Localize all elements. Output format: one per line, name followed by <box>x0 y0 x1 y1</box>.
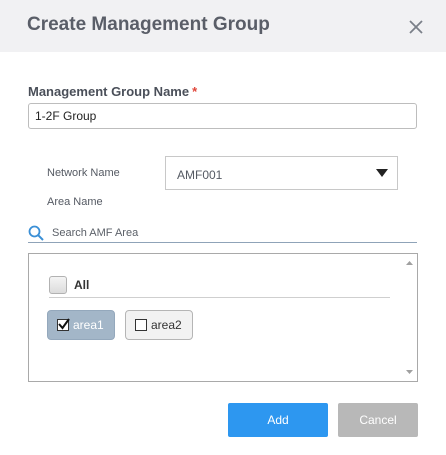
checkbox-checked <box>57 318 70 331</box>
close-icon[interactable] <box>406 17 426 37</box>
network-name-select[interactable]: AMF001 <box>165 156 398 190</box>
check-icon <box>58 318 70 330</box>
network-name-label: Network Name <box>47 167 120 179</box>
network-name-value: AMF001 <box>177 168 223 182</box>
area-chip-area1[interactable]: area1 <box>47 310 115 340</box>
search-input[interactable] <box>52 225 412 241</box>
caret-down-icon <box>376 169 388 177</box>
area-chip-label: area1 <box>73 318 104 332</box>
create-management-group-dialog: Create Management Group Management Group… <box>0 0 446 455</box>
area-list: All area1 area2 <box>28 253 418 382</box>
area-name-label: Area Name <box>47 196 103 208</box>
cancel-button[interactable]: Cancel <box>338 403 418 437</box>
all-checkbox[interactable] <box>49 276 67 294</box>
area-chip-label: area2 <box>151 318 182 332</box>
dialog-header: Create Management Group <box>0 0 446 52</box>
group-name-input[interactable] <box>28 103 417 129</box>
group-name-label: Management Group Name * <box>28 84 197 99</box>
area-chip-area2[interactable]: area2 <box>125 310 193 340</box>
add-button[interactable]: Add <box>228 403 328 437</box>
checkbox-unchecked <box>135 319 147 331</box>
all-row: All <box>49 276 390 298</box>
search-icon <box>28 225 44 241</box>
group-name-label-text: Management Group Name <box>28 84 190 99</box>
dialog-title: Create Management Group <box>27 14 270 35</box>
all-label: All <box>74 278 90 292</box>
required-marker: * <box>192 84 198 99</box>
scroll-up-icon[interactable] <box>405 259 414 268</box>
scrollbar[interactable] <box>402 254 417 381</box>
area-search <box>28 224 417 243</box>
scroll-down-icon[interactable] <box>405 367 414 376</box>
